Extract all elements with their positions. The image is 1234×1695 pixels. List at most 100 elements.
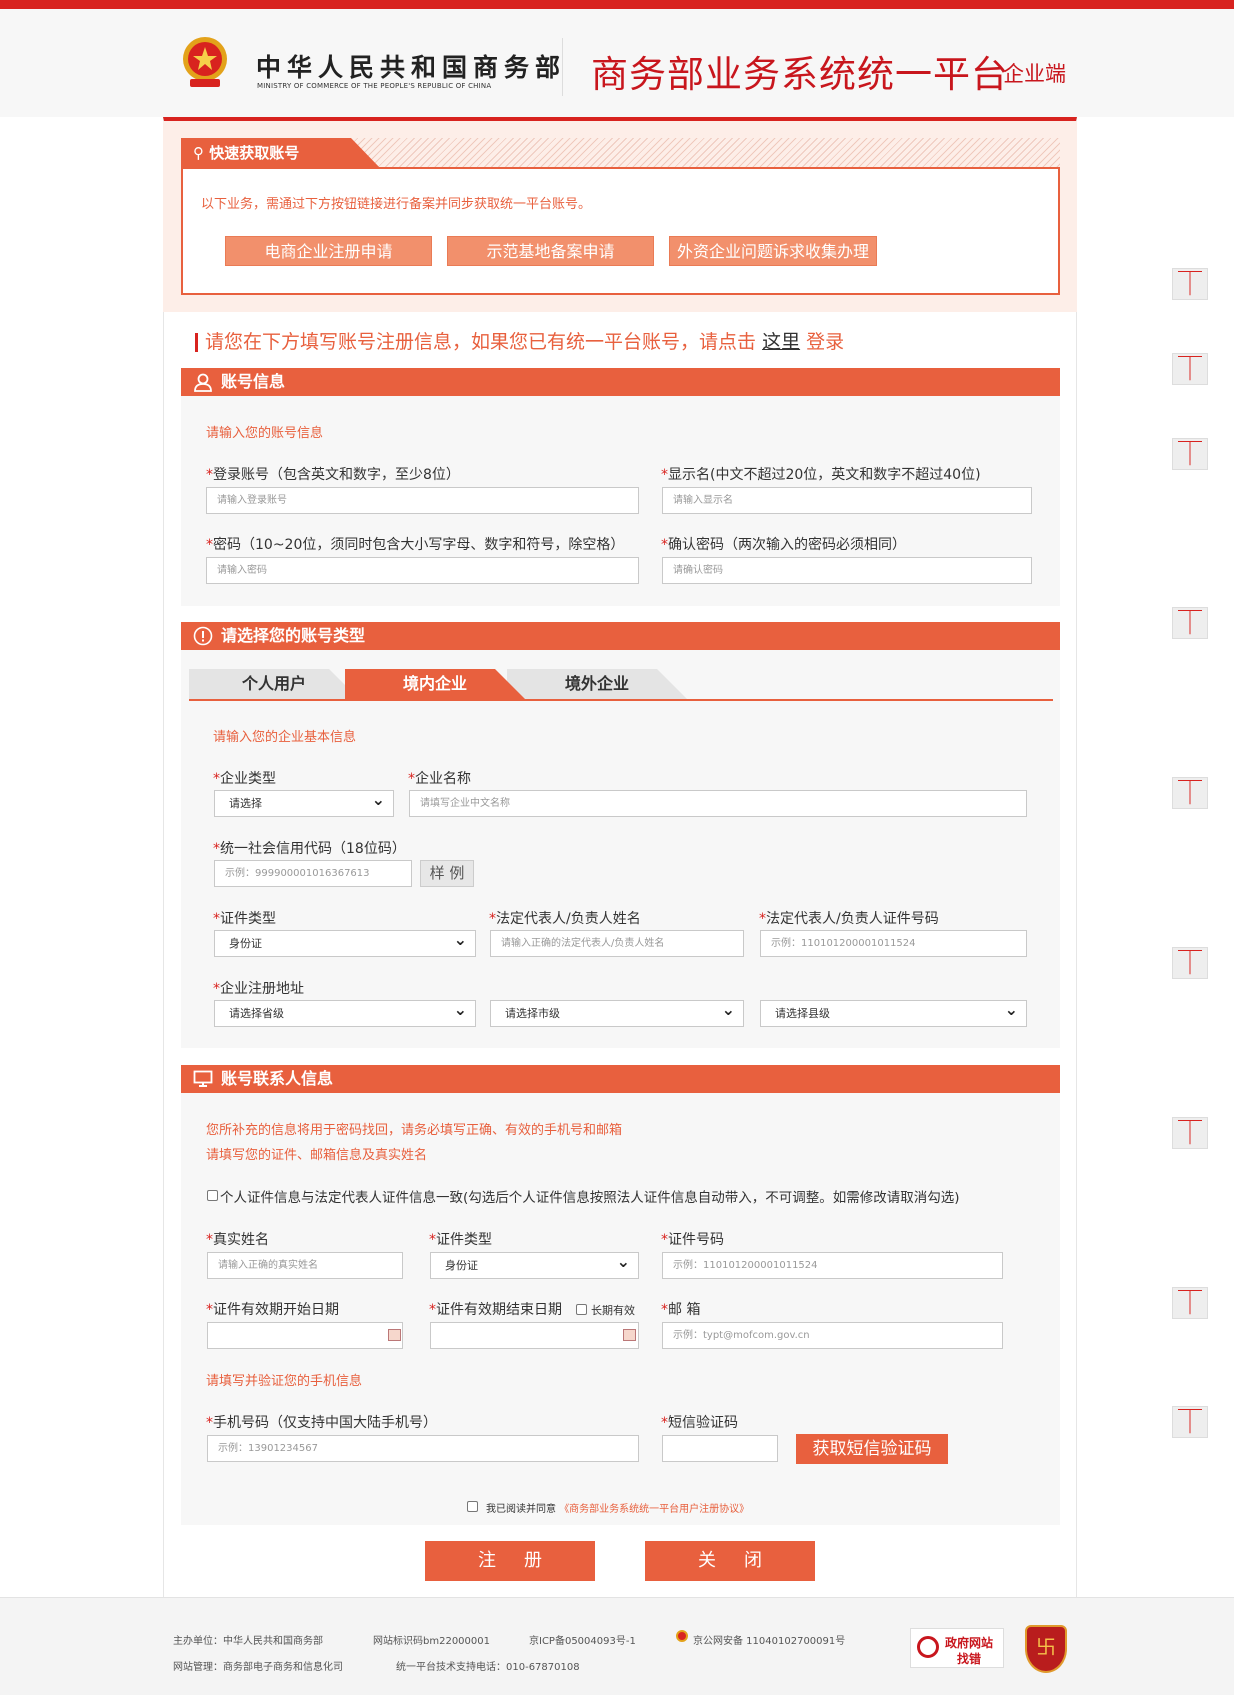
contact-cert-type-label: *证件类型 — [429, 1232, 492, 1248]
footer-icp[interactable]: 京ICP备05004093号-1 — [529, 1632, 636, 1647]
login-prompt: 请您在下方填写账号注册信息，如果您已有统一平台账号，请点击 这里 登录 — [205, 327, 844, 354]
agreement-link[interactable]: 《商务部业务系统统一平台用户注册协议》 — [559, 1504, 749, 1515]
long-term-checkbox[interactable] — [576, 1304, 587, 1315]
register-button[interactable]: 注册 — [425, 1541, 595, 1581]
province-select[interactable]: 请选择省级 — [214, 997, 476, 1027]
footer-phone: 统一平台技术支持电话：010-67870108 — [396, 1662, 580, 1673]
police-badge-icon — [676, 1630, 688, 1642]
company-name-label: *企业名称 — [408, 771, 471, 787]
agree-checkbox[interactable] — [467, 1501, 478, 1512]
real-name-input[interactable]: 请输入正确的真实姓名 — [207, 1252, 403, 1279]
confirm-password-input[interactable]: 请确认密码 — [662, 557, 1032, 584]
header-divider — [562, 38, 563, 96]
calendar-icon[interactable] — [388, 1329, 401, 1341]
legal-rep-name-label: *法定代表人/负责人姓名 — [489, 911, 641, 927]
back-to-top-icon[interactable]: ⏉ — [1172, 353, 1208, 385]
tab-overseas-enterprise[interactable]: 境外企业 — [507, 669, 687, 699]
phone-label: *手机号码（仅支持中国大陆手机号） — [206, 1415, 437, 1431]
legal-rep-id-label: *法定代表人/负责人证件号码 — [759, 911, 939, 927]
credit-code-input[interactable]: 示例：999900001016367613 — [214, 860, 412, 887]
real-name-label: *真实姓名 — [206, 1232, 269, 1248]
site-header: 中华人民共和国商务部 MINISTRY OF COMMERCE OF THE P… — [0, 9, 1234, 117]
foreign-enterprise-appeal-button[interactable]: 外资企业问题诉求收集办理 — [669, 236, 877, 266]
footer-site-id: 网站标识码bm22000001 — [373, 1636, 490, 1647]
credit-code-label: *统一社会信用代码（18位码） — [213, 841, 406, 857]
phone-input[interactable]: 示例：13901234567 — [207, 1435, 639, 1462]
tab-domestic-enterprise[interactable]: 境内企业 — [345, 669, 525, 699]
cert-type-select[interactable]: 身份证 — [214, 927, 476, 957]
platform-title: 商务部业务系统统一平台 — [591, 53, 1009, 96]
prompt-text: 请您在下方填写账号注册信息，如果您已有统一平台账号，请点击 — [205, 331, 757, 353]
user-search-icon: ⚲ — [193, 144, 204, 162]
calendar-icon[interactable] — [623, 1329, 636, 1341]
gov-site-error-badge[interactable]: 政府网站 找错 — [910, 1628, 1004, 1668]
confirm-password-label: *确认密码（两次输入的密码必须相同） — [661, 537, 906, 553]
display-name-label: *显示名(中文不超过20位，英文和数字不超过40位) — [661, 467, 981, 483]
footer-admin: 网站管理：商务部电子商务和信息化司 — [173, 1662, 343, 1673]
valid-start-label: *证件有效期开始日期 — [206, 1302, 339, 1318]
login-account-input[interactable]: 请输入登录账号 — [206, 487, 639, 514]
email-input[interactable]: 示例：typt@mofcom.gov.cn — [662, 1322, 1003, 1349]
demo-base-register-button[interactable]: 示范基地备案申请 — [447, 236, 654, 266]
prompt-bar — [195, 333, 198, 352]
tab-personal-user[interactable]: 个人用户 — [189, 669, 359, 699]
contact-info-header: 账号联系人信息 — [181, 1065, 1060, 1093]
county-select[interactable]: 请选择县级 — [760, 997, 1027, 1027]
phone-hint: 请填写并验证您的手机信息 — [206, 1374, 363, 1389]
enterprise-info-hint: 请输入您的企业基本信息 — [213, 730, 357, 745]
monitor-icon — [193, 1070, 213, 1087]
back-to-top-icon[interactable]: ⏉ — [1172, 438, 1208, 470]
long-term-label: 长期有效 — [591, 1304, 635, 1317]
back-to-top-icon[interactable]: ⏉ — [1172, 947, 1208, 979]
back-to-top-icon[interactable]: ⏉ — [1172, 1406, 1208, 1438]
password-input[interactable]: 请输入密码 — [206, 557, 639, 584]
account-type-header: 请选择您的账号类型 — [181, 622, 1060, 650]
cert-number-input[interactable]: 示例：110101200001011524 — [662, 1252, 1003, 1279]
quick-account-title: 快速获取账号 — [209, 144, 300, 162]
org-name-en: MINISTRY OF COMMERCE OF THE PEOPLE'S REP… — [257, 82, 492, 90]
company-type-label: *企业类型 — [213, 771, 276, 787]
national-emblem-icon — [183, 37, 227, 87]
company-name-input[interactable]: 请填写企业中文名称 — [409, 790, 1027, 817]
city-select[interactable]: 请选择市级 — [490, 997, 744, 1027]
ecommerce-register-button[interactable]: 电商企业注册申请 — [225, 236, 432, 266]
top-red-bar — [0, 0, 1234, 9]
back-to-top-icon[interactable]: ⏉ — [1172, 1117, 1208, 1149]
legal-rep-name-input[interactable]: 请输入正确的法定代表人/负责人姓名 — [490, 930, 744, 957]
sms-code-input[interactable] — [662, 1435, 778, 1462]
email-label: *邮 箱 — [661, 1302, 701, 1318]
login-here-link[interactable]: 这里 — [762, 331, 800, 353]
contact-cert-type-select[interactable]: 身份证 — [430, 1249, 639, 1279]
get-sms-code-button[interactable]: 获取短信验证码 — [796, 1434, 948, 1464]
party-emblem-icon[interactable]: 卐 — [1025, 1625, 1067, 1673]
account-type-tabs: 个人用户 境外企业 境内企业 — [189, 669, 1053, 701]
magnifier-icon — [917, 1636, 939, 1658]
back-to-top-icon[interactable]: ⏉ — [1172, 1287, 1208, 1319]
back-to-top-icon[interactable]: ⏉ — [1172, 607, 1208, 639]
account-info-hint: 请输入您的账号信息 — [206, 426, 324, 441]
back-to-top-icon[interactable]: ⏉ — [1172, 777, 1208, 809]
back-to-top-icon[interactable]: ⏉ — [1172, 268, 1208, 300]
agree-text: 我已阅读并同意 《商务部业务系统统一平台用户注册协议》 — [486, 1504, 750, 1515]
contact-hint-1: 您所补充的信息将用于密码找回，请务必填写正确、有效的手机号和邮箱 — [206, 1123, 623, 1138]
valid-end-label: *证件有效期结束日期 — [429, 1302, 562, 1318]
valid-end-input[interactable] — [430, 1322, 639, 1349]
footer-police[interactable]: 京公网安备 11040102700091号 — [693, 1632, 845, 1647]
platform-subtitle: 企业端 — [1003, 62, 1066, 86]
info-icon — [193, 626, 213, 646]
prompt-suffix: 登录 — [806, 331, 845, 353]
cert-type-label: *证件类型 — [213, 911, 276, 927]
company-type-select[interactable]: 请选择 — [214, 787, 394, 817]
close-button[interactable]: 关闭 — [645, 1541, 815, 1581]
contact-hint-2: 请填写您的证件、邮箱信息及真实姓名 — [206, 1148, 428, 1163]
sms-code-label: *短信验证码 — [661, 1415, 738, 1431]
account-info-header: 账号信息 — [181, 368, 1060, 396]
sample-button[interactable]: 样 例 — [420, 860, 474, 887]
same-as-legal-label: 个人证件信息与法定代表人证件信息一致(勾选后个人证件信息按照法人证件信息自动带入… — [220, 1190, 960, 1206]
account-info-title: 账号信息 — [221, 372, 286, 391]
gov-badge-text-2: 找错 — [957, 1652, 982, 1666]
display-name-input[interactable]: 请输入显示名 — [662, 487, 1032, 514]
valid-start-input[interactable] — [207, 1322, 403, 1349]
legal-rep-id-input[interactable]: 示例：110101200001011524 — [760, 930, 1027, 957]
same-as-legal-checkbox[interactable] — [207, 1190, 218, 1201]
